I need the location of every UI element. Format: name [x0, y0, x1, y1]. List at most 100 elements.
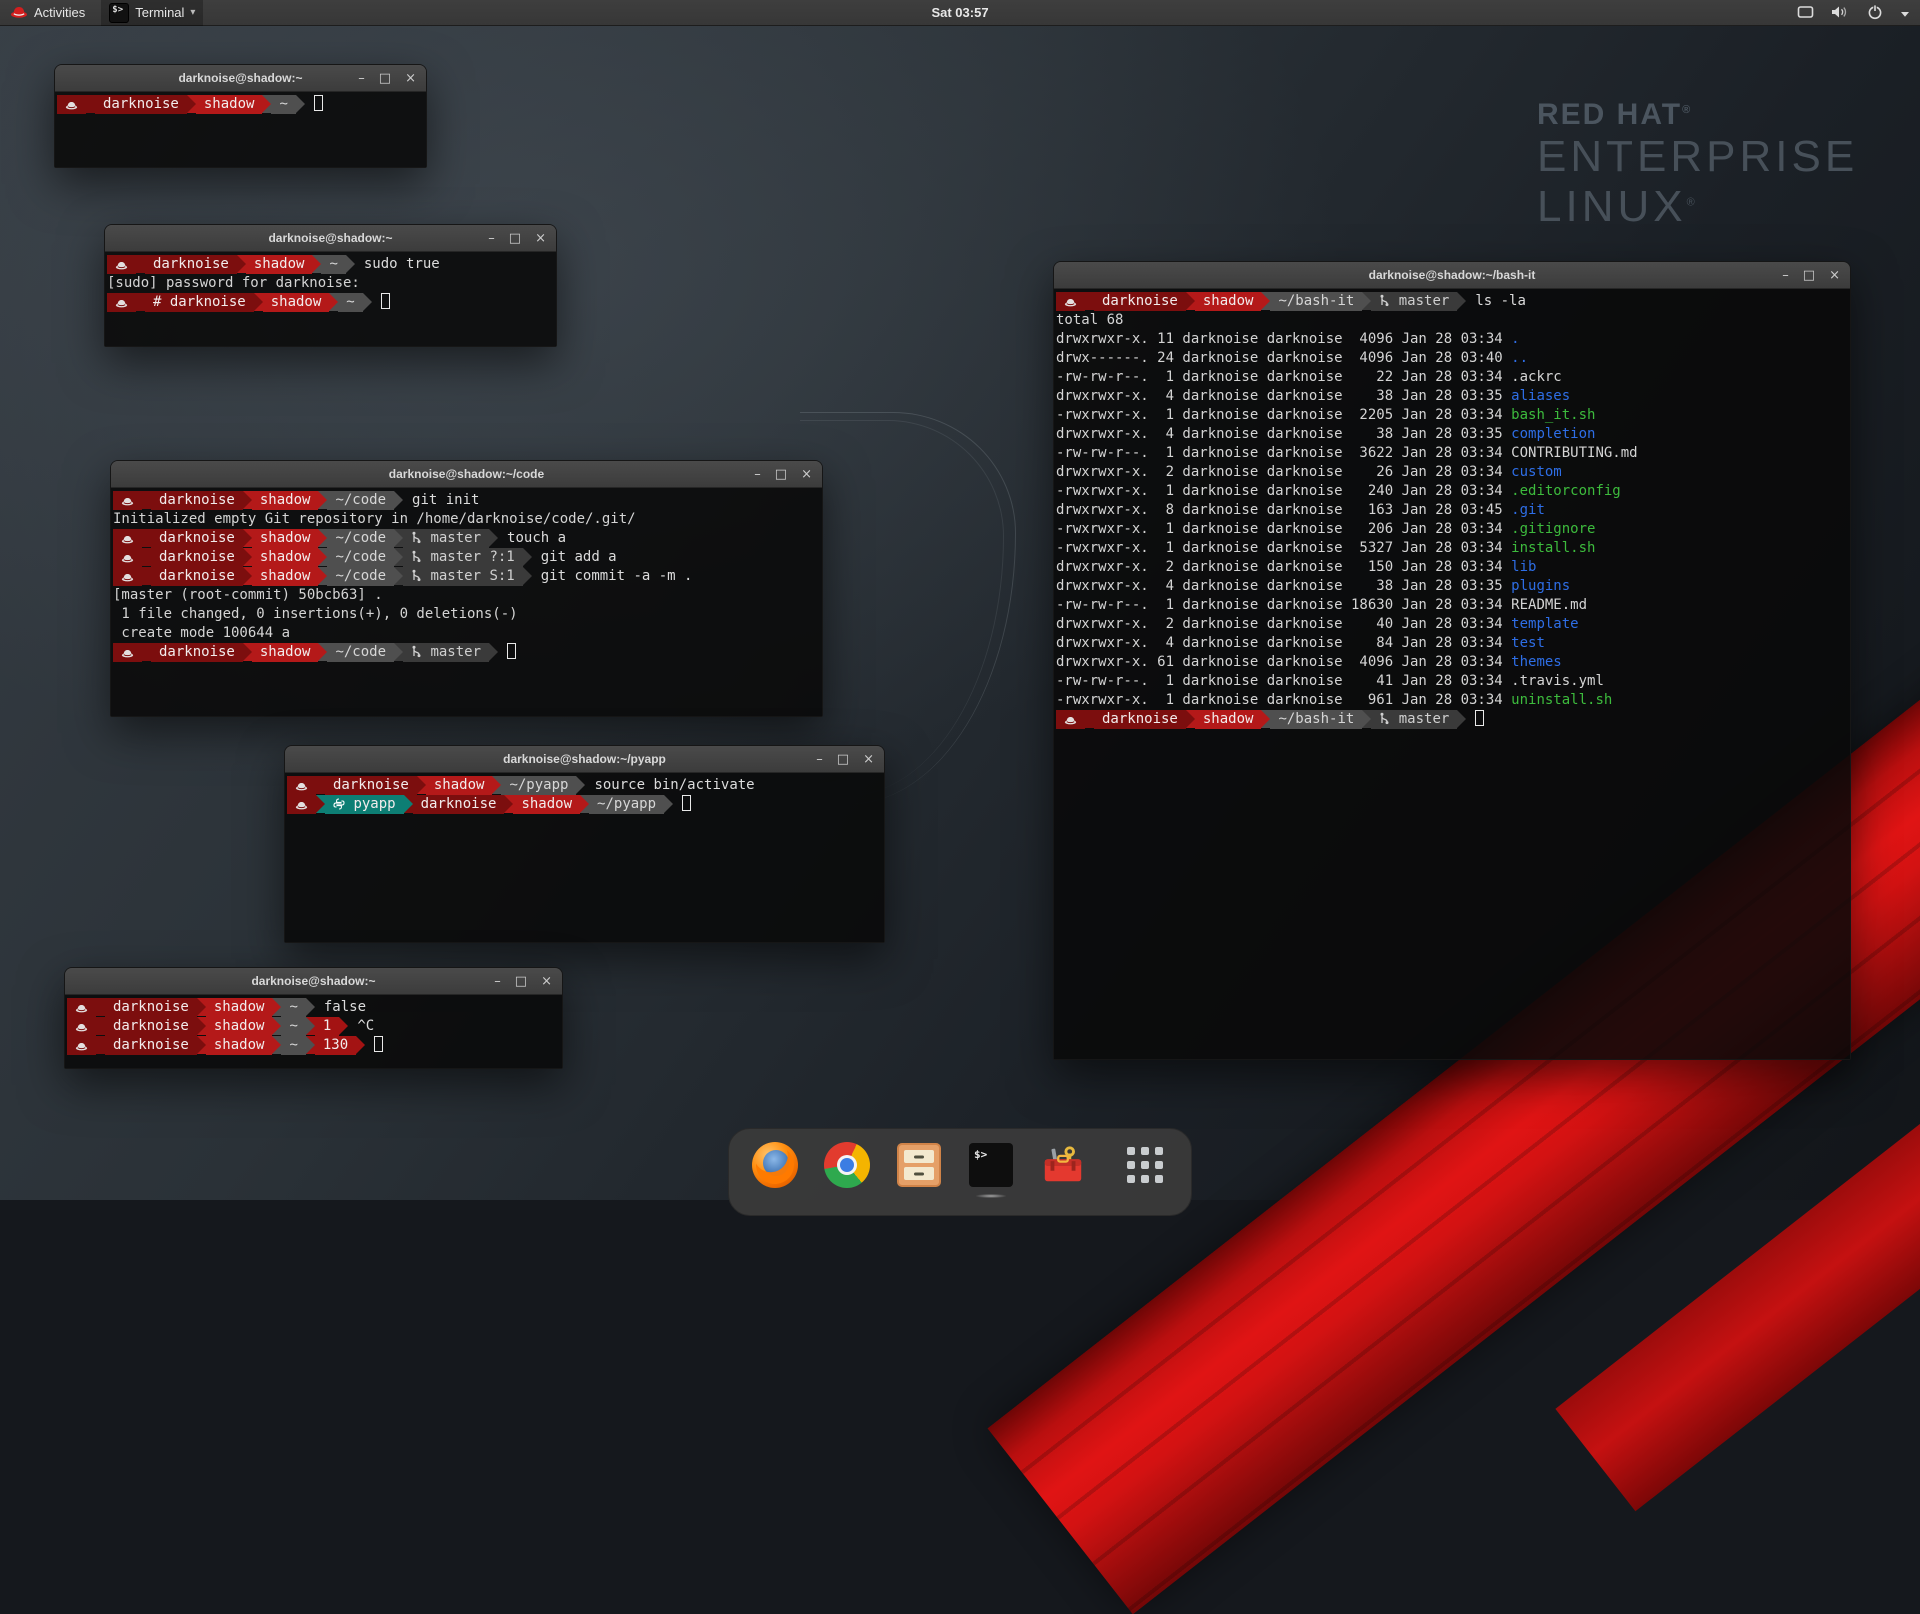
- terminal-cursor: [682, 795, 691, 811]
- command-text: ls -la: [1466, 293, 1526, 309]
- output-text: drwxrwxr-x. 61 darknoise darknoise 4096 …: [1056, 654, 1511, 670]
- redhat-icon: [295, 796, 308, 812]
- files-icon: [897, 1143, 941, 1187]
- minimize-button[interactable]: –: [494, 968, 501, 995]
- command-text: ^C: [348, 1018, 374, 1034]
- close-button[interactable]: ×: [1829, 262, 1840, 289]
- clock[interactable]: Sat 03:57: [931, 5, 988, 20]
- prompt-segment: darknoise: [105, 1017, 197, 1036]
- terminal-line: -rw-rw-r--. 1 darknoise darknoise 22 Jan…: [1056, 368, 1850, 387]
- dock-item-files[interactable]: [895, 1141, 943, 1189]
- dock-item-chrome[interactable]: [823, 1141, 871, 1189]
- window-titlebar[interactable]: darknoise@shadow:~–□×: [105, 225, 556, 252]
- maximize-button[interactable]: □: [379, 65, 391, 92]
- close-button[interactable]: ×: [541, 968, 552, 995]
- terminal-line: drwxrwxr-x. 2 darknoise darknoise 150 Ja…: [1056, 558, 1850, 577]
- output-text: drwxrwxr-x. 4 darknoise darknoise 38 Jan…: [1056, 388, 1511, 404]
- window-titlebar[interactable]: darknoise@shadow:~/bash-it–□×: [1054, 262, 1850, 289]
- window-title: darknoise@shadow:~: [178, 71, 302, 85]
- branch-icon: [411, 644, 422, 660]
- minimize-button[interactable]: –: [488, 225, 495, 252]
- prompt-segment: [107, 255, 136, 274]
- prompt-segment: ~: [281, 1036, 305, 1055]
- terminal-window-bash-it[interactable]: darknoise@shadow:~/bash-it–□×darknoisesh…: [1053, 261, 1851, 1060]
- branch-icon: [1379, 293, 1390, 309]
- close-button[interactable]: ×: [405, 65, 416, 92]
- terminal-app-menu[interactable]: $> Terminal ▾: [101, 0, 203, 26]
- maximize-button[interactable]: □: [775, 461, 787, 488]
- app-grid-icon: [1127, 1147, 1163, 1183]
- python-icon: [333, 796, 345, 812]
- terminal-body[interactable]: darknoiseshadow~/codegit initInitialized…: [111, 488, 822, 716]
- terminal-body[interactable]: darknoiseshadow~sudo true[sudo] password…: [105, 252, 556, 346]
- redhat-icon: [121, 530, 134, 546]
- minimize-button[interactable]: –: [358, 65, 365, 92]
- prompt-segment: ~/code: [327, 491, 394, 510]
- terminal-window-home-small[interactable]: darknoise@shadow:~ –□ × darknoiseshadow~: [54, 64, 427, 168]
- maximize-button[interactable]: □: [509, 225, 521, 252]
- minimize-button[interactable]: –: [754, 461, 761, 488]
- dock-item-toolbox[interactable]: [1039, 1141, 1087, 1189]
- terminal-window-sudo[interactable]: darknoise@shadow:~–□×darknoiseshadow~sud…: [104, 224, 557, 347]
- powerline-arrow: [523, 567, 532, 585]
- prompt-segment: darknoise: [105, 998, 197, 1017]
- terminal-line: darknoiseshadow~: [57, 95, 426, 114]
- dock-item-terminal[interactable]: $>: [967, 1141, 1015, 1189]
- powerline-arrow: [86, 95, 95, 113]
- dock-item-firefox[interactable]: [751, 1141, 799, 1189]
- redhat-icon: [75, 1018, 88, 1034]
- powerline-arrow: [1186, 292, 1195, 310]
- output-text: .travis.yml: [1511, 673, 1604, 689]
- prompt-segment: master: [403, 643, 489, 662]
- close-button[interactable]: ×: [535, 225, 546, 252]
- output-text: install.sh: [1511, 540, 1595, 556]
- terminal-window-exitcodes[interactable]: darknoise@shadow:~–□×darknoiseshadow~fal…: [64, 967, 563, 1069]
- powerline-arrow: [187, 95, 196, 113]
- prompt-segment: darknoise: [151, 491, 243, 510]
- maximize-button[interactable]: □: [837, 746, 849, 773]
- command-text: false: [315, 999, 366, 1015]
- window-titlebar[interactable]: darknoise@shadow:~/pyapp–□×: [285, 746, 884, 773]
- output-text: lib: [1511, 559, 1536, 575]
- minimize-button[interactable]: –: [816, 746, 823, 773]
- powerline-arrow: [394, 548, 403, 566]
- output-text: completion: [1511, 426, 1595, 442]
- terminal-line: darknoiseshadow~/code master: [113, 643, 822, 662]
- activities-button[interactable]: Activities: [8, 0, 95, 26]
- powerline-arrow: [1085, 710, 1094, 728]
- terminal-window-code[interactable]: darknoise@shadow:~/code–□×darknoiseshado…: [110, 460, 823, 717]
- powerline-arrow: [306, 1036, 315, 1054]
- output-text: -rwxrwxr-x. 1 darknoise darknoise 2205 J…: [1056, 407, 1511, 423]
- redhat-logo-icon: [10, 4, 28, 22]
- prompt-segment: master S:1: [403, 567, 523, 586]
- output-text: drwxrwxr-x. 2 darknoise darknoise 26 Jan…: [1056, 464, 1511, 480]
- volume-icon: [1831, 5, 1850, 22]
- powerline-arrow: [523, 548, 532, 566]
- chrome-icon: [824, 1142, 870, 1188]
- prompt-segment: darknoise: [151, 567, 243, 586]
- window-titlebar[interactable]: darknoise@shadow:~ –□ ×: [55, 65, 426, 92]
- maximize-button[interactable]: □: [515, 968, 527, 995]
- terminal-body[interactable]: darknoiseshadow~/pyappsource bin/activat…: [285, 773, 884, 942]
- close-button[interactable]: ×: [863, 746, 874, 773]
- terminal-window-pyapp[interactable]: darknoise@shadow:~/pyapp–□×darknoiseshad…: [284, 745, 885, 943]
- terminal-cursor: [314, 95, 323, 111]
- dock-item-app-grid[interactable]: [1121, 1141, 1169, 1189]
- prompt-segment: shadow: [263, 293, 330, 312]
- terminal-body[interactable]: darknoiseshadow~falsedarknoiseshadow~1^C…: [65, 995, 562, 1068]
- terminal-line: darknoiseshadow~sudo true: [107, 255, 556, 274]
- prompt-segment: ~: [321, 255, 345, 274]
- rhel-wallpaper-logo: RED HAT® ENTERPRISE LINUX®: [1537, 98, 1858, 232]
- window-titlebar[interactable]: darknoise@shadow:~–□×: [65, 968, 562, 995]
- powerline-arrow: [318, 491, 327, 509]
- window-titlebar[interactable]: darknoise@shadow:~/code–□×: [111, 461, 822, 488]
- terminal-body[interactable]: darknoiseshadow~/bash-it masterls -latot…: [1054, 289, 1850, 1059]
- powerline-arrow: [197, 1017, 206, 1035]
- terminal-line: darknoiseshadow~/bash-it masterls -la: [1056, 292, 1850, 311]
- terminal-body[interactable]: darknoiseshadow~: [55, 92, 426, 167]
- system-status-area[interactable]: [1797, 0, 1910, 26]
- maximize-button[interactable]: □: [1803, 262, 1815, 289]
- minimize-button[interactable]: –: [1782, 262, 1789, 289]
- terminal-line: drwxrwxr-x. 4 darknoise darknoise 38 Jan…: [1056, 425, 1850, 444]
- close-button[interactable]: ×: [801, 461, 812, 488]
